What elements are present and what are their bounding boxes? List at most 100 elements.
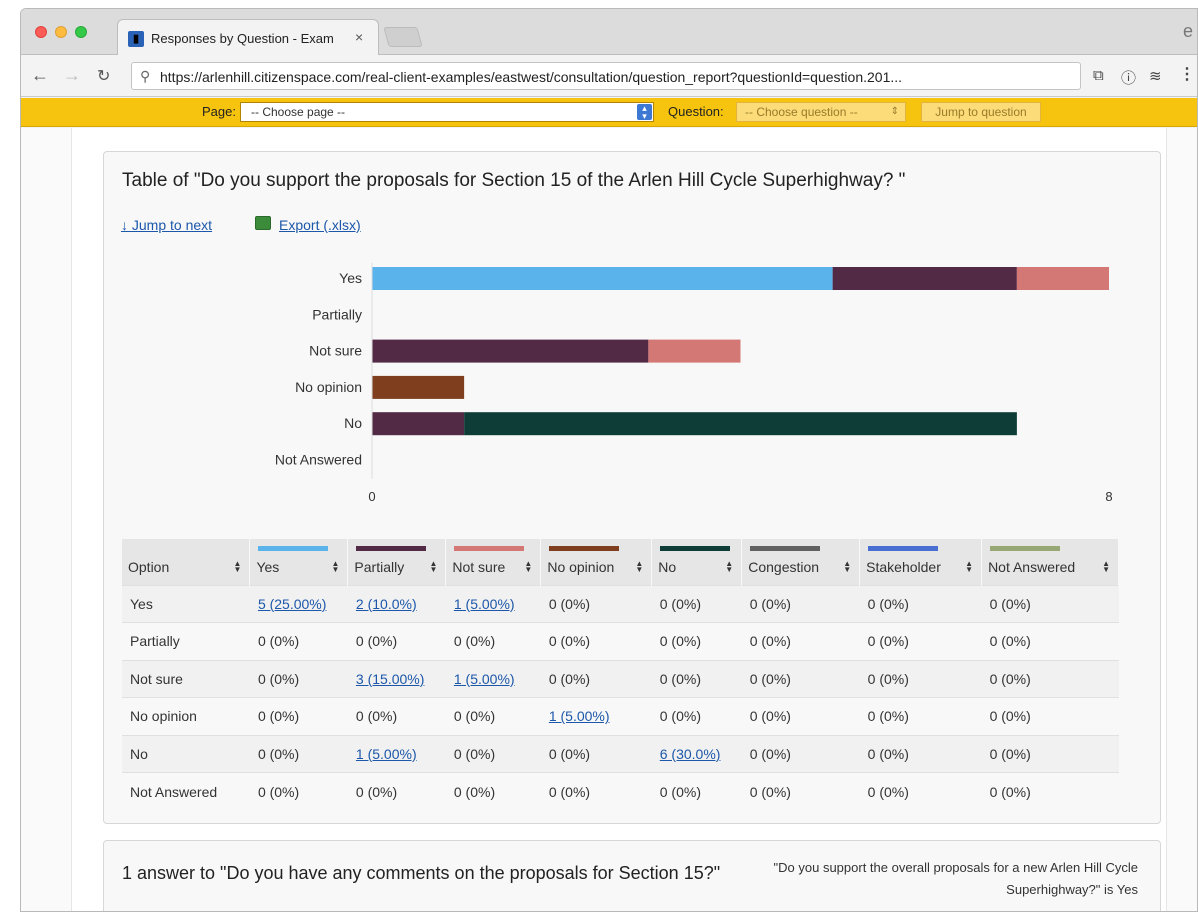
- response-count-link[interactable]: 3 (15.00%): [356, 671, 424, 687]
- table-cell: 5 (25.00%): [249, 584, 348, 623]
- info-icon[interactable]: ⓘ: [1121, 67, 1136, 88]
- sort-icon[interactable]: ▲ ▼: [725, 559, 733, 573]
- column-header-label: Yes: [256, 558, 280, 575]
- table-cell: 3 (15.00%): [347, 659, 446, 698]
- question-label: Question:: [668, 104, 724, 119]
- layers-extension-icon[interactable]: ≋: [1149, 67, 1162, 85]
- browser-window: ▮ Responses by Question - Exam × e ← → ↻…: [20, 8, 1198, 912]
- profile-icon[interactable]: e: [1183, 21, 1193, 42]
- table-row: Partially 0 (0%) 0 (0%) 0 (0%) 0 (0%) 0 (0%) 0…: [122, 622, 1119, 660]
- response-count-link[interactable]: 1 (5.00%): [454, 596, 515, 612]
- row-option-label: No opinion: [122, 697, 250, 735]
- browser-tab[interactable]: ▮ Responses by Question - Exam ×: [117, 19, 379, 56]
- address-bar[interactable]: ⚲ https://arlenhill.citizenspace.com/rea…: [131, 62, 1081, 90]
- x-tick-label: 8: [1105, 489, 1112, 504]
- question-table-panel: Table of "Do you support the proposals f…: [103, 151, 1161, 824]
- forward-arrow-icon[interactable]: →: [63, 65, 81, 86]
- column-header[interactable]: Stakeholder ▲ ▼: [859, 539, 983, 585]
- column-header[interactable]: Partially ▲ ▼: [347, 539, 447, 585]
- table-cell: 0 (0%): [981, 772, 1119, 810]
- table-cell: 0 (0%): [981, 659, 1119, 698]
- column-header[interactable]: Not sure ▲ ▼: [445, 539, 542, 585]
- bar-segment[interactable]: [648, 339, 741, 363]
- page-label: Page:: [202, 104, 236, 119]
- sort-icon[interactable]: ▲ ▼: [331, 559, 339, 573]
- category-label: No: [344, 415, 362, 431]
- table-cell: 0 (0%): [651, 659, 742, 698]
- response-count-link[interactable]: 2 (10.0%): [356, 596, 417, 612]
- table-cell: 0 (0%): [651, 772, 742, 810]
- bar-segment[interactable]: [1016, 267, 1109, 290]
- close-window-button[interactable]: [35, 26, 47, 38]
- table-cell: 0 (0%): [445, 622, 541, 660]
- maximize-window-button[interactable]: [75, 26, 87, 38]
- answers-panel: 1 answer to "Do you have any comments on…: [103, 840, 1161, 911]
- table-row: No opinion 0 (0%) 0 (0%) 0 (0%) 1 (5.00%) 0 (…: [122, 697, 1119, 735]
- site-favicon-icon: ▮: [128, 31, 144, 47]
- table-cell: 0 (0%): [249, 659, 348, 698]
- table-cell: 0 (0%): [741, 734, 860, 773]
- table-cell: 0 (0%): [859, 584, 982, 623]
- bar-segment[interactable]: [372, 412, 465, 436]
- column-header[interactable]: No ▲ ▼: [651, 539, 743, 585]
- bar-segment[interactable]: [372, 339, 649, 363]
- jump-to-question-button[interactable]: Jump to question: [921, 102, 1041, 122]
- question-select[interactable]: -- Choose question -- ⇕: [736, 102, 906, 122]
- bar-segment[interactable]: [832, 267, 1017, 290]
- tab-close-icon[interactable]: ×: [355, 29, 363, 45]
- table-header-row: Option ▲ ▼ Yes ▲ ▼ Partially ▲ ▼ Not sure ▲ ▼ No opi…: [122, 539, 1119, 585]
- row-option-label: No: [122, 734, 250, 773]
- reload-icon[interactable]: ↻: [97, 66, 110, 86]
- table-cell: 0 (0%): [741, 659, 860, 698]
- bar-segment[interactable]: [372, 267, 833, 290]
- sort-icon[interactable]: ▲ ▼: [234, 559, 242, 573]
- select-arrows-icon: ⇕: [890, 106, 899, 117]
- series-color-swatch: [356, 546, 427, 551]
- sort-icon[interactable]: ▲ ▼: [429, 559, 437, 573]
- table-cell: 0 (0%): [981, 584, 1119, 623]
- table-cell: 0 (0%): [651, 697, 742, 735]
- category-label: Not sure: [309, 343, 362, 359]
- sort-icon[interactable]: ▲ ▼: [843, 559, 851, 573]
- new-tab-button[interactable]: [383, 27, 423, 47]
- response-count-link[interactable]: 1 (5.00%): [549, 708, 610, 724]
- column-header[interactable]: No opinion ▲ ▼: [540, 539, 653, 585]
- response-count-link[interactable]: 1 (5.00%): [454, 671, 515, 687]
- sort-icon[interactable]: ▲ ▼: [524, 559, 532, 573]
- response-count-link[interactable]: 6 (30.0%): [660, 746, 721, 762]
- cast-icon[interactable]: ⧉: [1093, 67, 1104, 84]
- column-header-label: Option: [128, 558, 170, 575]
- sort-icon[interactable]: ▲ ▼: [635, 559, 643, 573]
- bar-segment[interactable]: [372, 375, 465, 399]
- question-select-value: -- Choose question --: [745, 105, 858, 119]
- browser-menu-icon[interactable]: ⋮: [1179, 64, 1195, 84]
- column-header[interactable]: Option ▲ ▼: [122, 539, 251, 585]
- bar-segment[interactable]: [464, 412, 1017, 436]
- column-header[interactable]: Not Answered ▲ ▼: [981, 539, 1119, 585]
- table-cell: 0 (0%): [540, 622, 652, 660]
- table-cell: 0 (0%): [741, 772, 860, 810]
- answers-title: 1 answer to "Do you have any comments on…: [122, 863, 721, 883]
- table-row: Yes 5 (25.00%) 2 (10.0%) 1 (5.00%) 0 (0%) 0 (…: [122, 584, 1119, 623]
- sort-icon[interactable]: ▲ ▼: [1102, 559, 1110, 573]
- response-count-link[interactable]: 5 (25.00%): [258, 596, 326, 612]
- series-color-swatch: [549, 546, 620, 551]
- table-cell: 0 (0%): [540, 734, 652, 773]
- column-header[interactable]: Yes ▲ ▼: [249, 539, 349, 585]
- response-count-link[interactable]: 1 (5.00%): [356, 746, 417, 762]
- sort-icon[interactable]: ▲ ▼: [965, 559, 973, 573]
- search-icon: ⚲: [140, 68, 151, 84]
- table-cell: 0 (0%): [445, 734, 541, 773]
- table-cell: 0 (0%): [249, 622, 348, 660]
- page-select[interactable]: -- Choose page -- ▴ ▾: [240, 102, 654, 122]
- tab-title: Responses by Question - Exam: [151, 31, 334, 46]
- minimize-window-button[interactable]: [55, 26, 67, 38]
- url-text[interactable]: https://arlenhill.citizenspace.com/real-…: [160, 69, 902, 85]
- row-option-label: Yes: [122, 584, 250, 623]
- row-option-label: Not sure: [122, 659, 250, 698]
- column-header[interactable]: Congestion ▲ ▼: [741, 539, 861, 585]
- table-cell: 0 (0%): [249, 697, 348, 735]
- back-arrow-icon[interactable]: ←: [31, 65, 49, 86]
- series-color-swatch: [258, 546, 329, 551]
- title-bar: ▮ Responses by Question - Exam × e: [21, 9, 1197, 56]
